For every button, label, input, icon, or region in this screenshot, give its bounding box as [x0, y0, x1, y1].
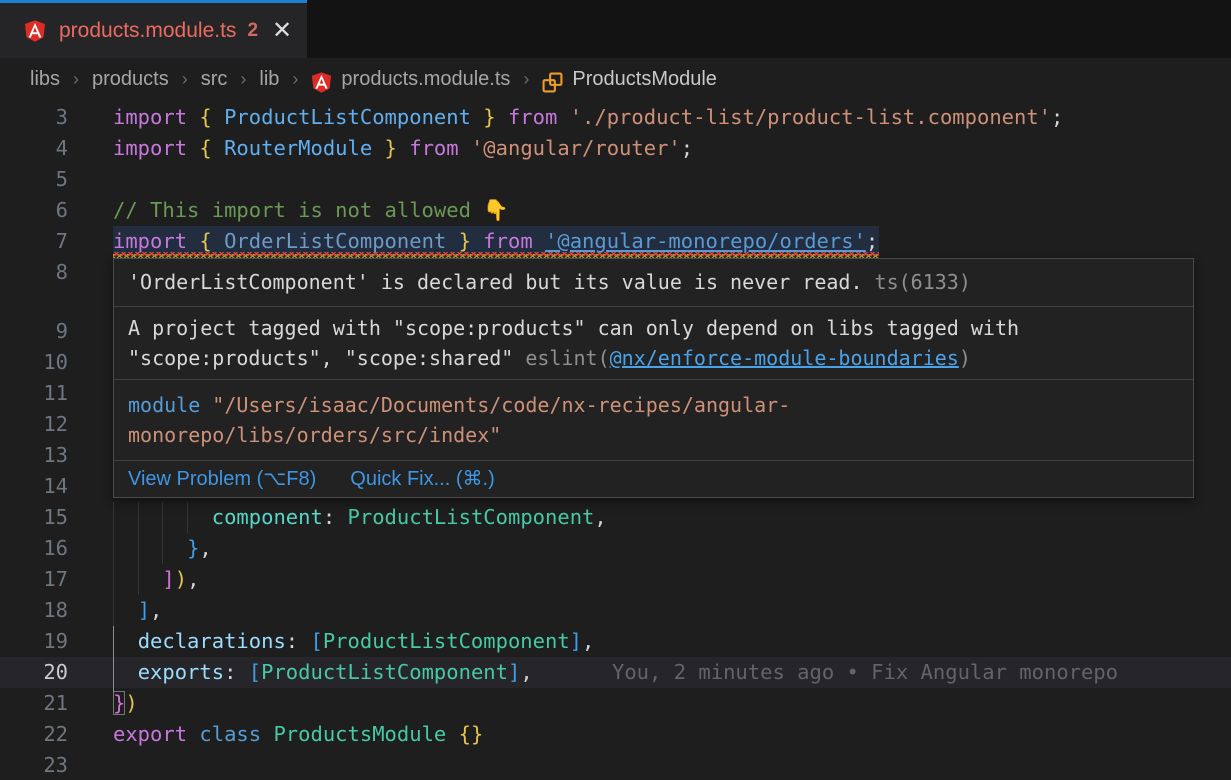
angular-icon [311, 72, 332, 93]
breadcrumb-item-file[interactable]: products.module.ts [341, 68, 510, 91]
tab-title: products.module.ts [59, 19, 236, 43]
code-text[interactable]: import { ProductListComponent } from './… [113, 102, 1063, 133]
code-line-20: 20 exports: [ProductListComponent], You, … [0, 657, 1231, 688]
line-number[interactable]: 13 [0, 440, 68, 471]
hover-section-module-info: module "/Users/isaac/Documents/code/nx-r… [114, 379, 1193, 460]
line-number[interactable]: 11 [0, 378, 68, 409]
line-number[interactable]: 20 [0, 657, 68, 688]
line-number[interactable]: 6 [0, 195, 68, 226]
code-line-23: 23 [0, 750, 1231, 780]
code-line-6: 6 // This import is not allowed 👇 [0, 195, 1231, 226]
eslint-rule-link[interactable]: @nx/enforce-module-boundaries [610, 346, 959, 370]
angular-icon [24, 19, 46, 43]
code-line-17: 17 ]), [0, 564, 1231, 595]
hover-actions: View Problem (⌥F8) Quick Fix... (⌘.) [114, 460, 1193, 497]
line-number[interactable]: 9 [0, 316, 68, 347]
code-text[interactable]: import { RouterModule } from '@angular/r… [113, 133, 693, 164]
line-number[interactable]: 17 [0, 564, 68, 595]
code-line-21: 21}) [0, 688, 1231, 719]
chevron-right-icon: › [292, 69, 298, 90]
code-text[interactable]: }) [113, 688, 138, 719]
line-number[interactable]: 8 [0, 257, 68, 288]
hover-messages: 'OrderListComponent' is declared but its… [114, 259, 1193, 460]
breadcrumb-item-lib[interactable]: lib [259, 68, 279, 91]
code-text[interactable]: exports: [ProductListComponent], [113, 657, 533, 688]
code-text[interactable]: import { OrderListComponent } from '@ang… [113, 226, 878, 257]
line-number[interactable]: 16 [0, 533, 68, 564]
line-number[interactable]: 23 [0, 750, 68, 780]
line-number[interactable]: 18 [0, 595, 68, 626]
line-number[interactable]: 21 [0, 688, 68, 719]
line-number[interactable]: 10 [0, 347, 68, 378]
quick-fix-link[interactable]: Quick Fix... (⌘.) [350, 467, 494, 491]
line-number[interactable]: 5 [0, 164, 68, 195]
chevron-right-icon: › [240, 69, 246, 90]
code-line-3: 3 import { ProductListComponent } from '.… [0, 102, 1231, 133]
hover-section-eslint-error: A project tagged with "scope:products" c… [114, 306, 1193, 379]
line-number[interactable]: 15 [0, 502, 68, 533]
code-text[interactable]: export class ProductsModule {} [113, 719, 483, 750]
code-text[interactable]: // This import is not allowed 👇 [113, 195, 509, 226]
tab-products-module-ts[interactable]: products.module.ts 2 ✕ [0, 0, 307, 58]
active-indent-guide [113, 626, 114, 692]
code-line-5: 5 [0, 164, 1231, 195]
chevron-right-icon: › [73, 69, 79, 90]
code-line-15: 15 component: ProductListComponent, [0, 502, 1231, 533]
line-number[interactable]: 19 [0, 626, 68, 657]
breadcrumb-item-symbol[interactable]: ProductsModule [572, 68, 717, 91]
line-number[interactable]: 14 [0, 471, 68, 502]
code-text[interactable]: ], [113, 595, 162, 626]
tab-bar: products.module.ts 2 ✕ [0, 0, 1231, 58]
code-line-18: 18 ], [0, 595, 1231, 626]
code-line-7: 7 import { OrderListComponent } from '@an… [0, 226, 1231, 257]
git-blame-annotation: You, 2 minutes ago • Fix Angular monorep… [612, 657, 1118, 688]
code-line-16: 16 }, [0, 533, 1231, 564]
view-problem-link[interactable]: View Problem (⌥F8) [128, 467, 316, 491]
line-number[interactable]: 3 [0, 102, 68, 133]
code-text[interactable]: declarations: [ProductListComponent], [113, 626, 594, 657]
tab-problem-count: 2 [247, 20, 258, 42]
breadcrumb-item-products[interactable]: products [92, 68, 169, 91]
line-number[interactable]: 12 [0, 409, 68, 440]
chevron-right-icon: › [523, 69, 529, 90]
line-number[interactable]: 4 [0, 133, 68, 164]
code-text[interactable]: ]), [113, 564, 199, 595]
breadcrumb-item-libs[interactable]: libs [30, 68, 60, 91]
code-text[interactable]: }, [113, 533, 212, 564]
line-number[interactable]: 7 [0, 226, 68, 257]
vscode-editor-window: products.module.ts 2 ✕ libs › products ›… [0, 0, 1231, 780]
line-number[interactable]: 22 [0, 719, 68, 750]
class-symbol-icon [542, 72, 563, 93]
code-text[interactable]: component: ProductListComponent, [113, 502, 607, 533]
code-line-4: 4 import { RouterModule } from '@angular/… [0, 133, 1231, 164]
code-line-22: 22 export class ProductsModule {} [0, 719, 1231, 750]
breadcrumb: libs › products › src › lib › products.m… [0, 58, 1231, 100]
code-line-19: 19 declarations: [ProductListComponent], [0, 626, 1231, 657]
breadcrumb-item-src[interactable]: src [201, 68, 228, 91]
close-icon[interactable]: ✕ [272, 19, 292, 43]
problem-hover-tooltip: 'OrderListComponent' is declared but its… [113, 258, 1194, 498]
hover-section-ts-error: 'OrderListComponent' is declared but its… [114, 259, 1193, 306]
chevron-right-icon: › [182, 69, 188, 90]
